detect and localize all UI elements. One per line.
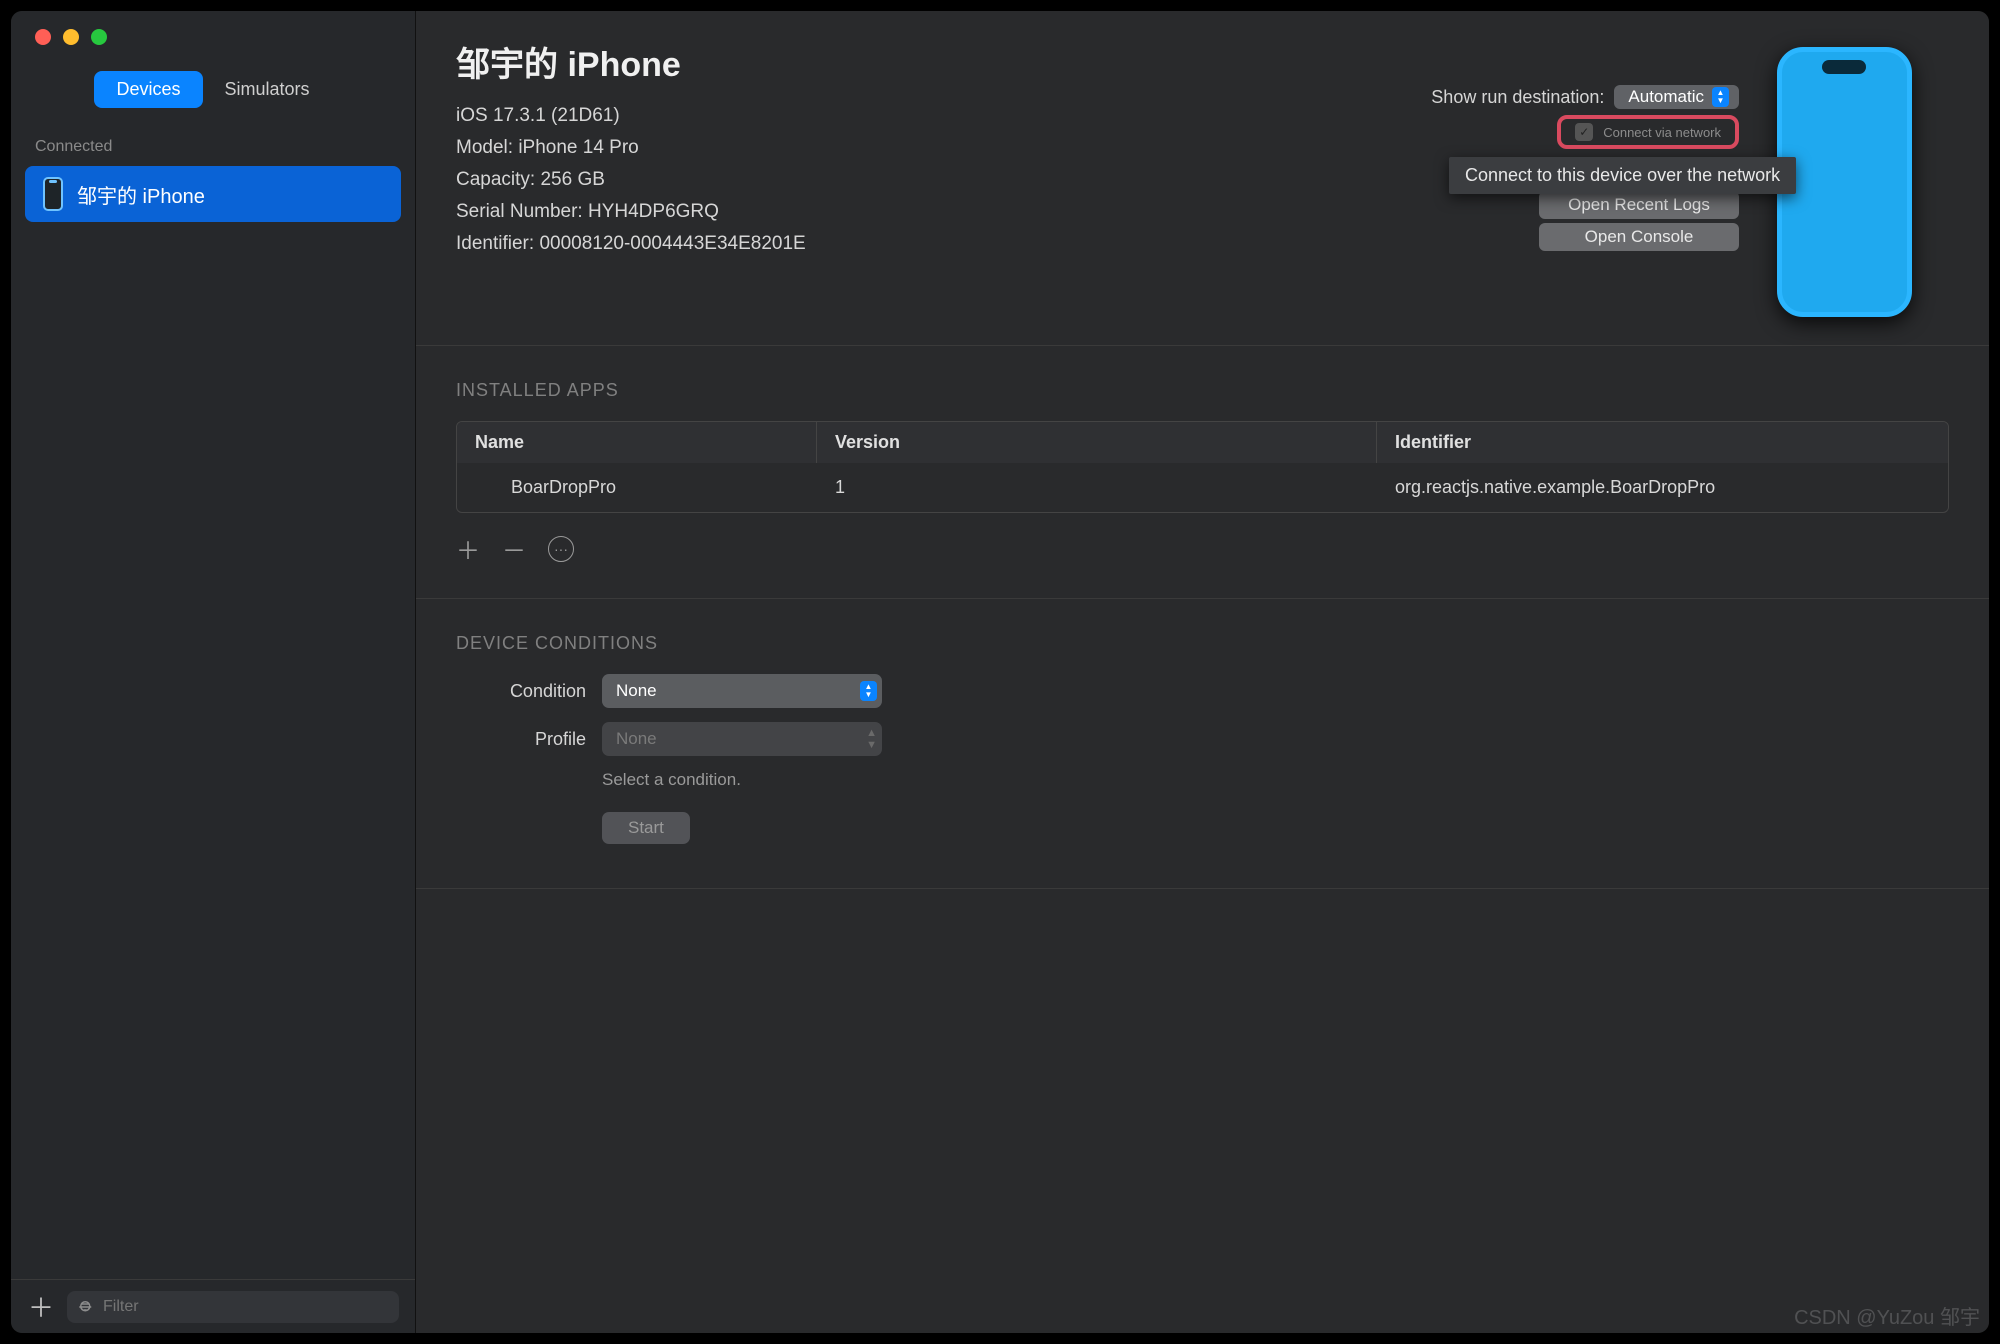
app-name: BoarDropPro bbox=[457, 463, 817, 512]
device-capacity: Capacity: 256 GB bbox=[456, 164, 1309, 196]
device-info-block: 邹宇的 iPhone iOS 17.3.1 (21D61) Model: iPh… bbox=[456, 37, 1309, 260]
connected-label: Connected bbox=[11, 132, 415, 166]
installed-apps-section: INSTALLED APPS Name Version Identifier B… bbox=[416, 346, 1989, 599]
start-button[interactable]: Start bbox=[602, 812, 690, 844]
sidebar: Devices Simulators Connected 邹宇的 iPhone … bbox=[11, 11, 416, 1333]
sidebar-device-item[interactable]: 邹宇的 iPhone bbox=[25, 166, 401, 222]
apps-toolbar: ＋ － ··· bbox=[456, 513, 1949, 566]
condition-select[interactable]: None ▲▼ bbox=[602, 674, 882, 708]
connect-tooltip: Connect to this device over the network bbox=[1449, 157, 1796, 194]
maximize-window-icon[interactable] bbox=[91, 29, 107, 45]
open-console-button[interactable]: Open Console bbox=[1539, 223, 1739, 251]
xcode-devices-window: Devices Simulators Connected 邹宇的 iPhone … bbox=[10, 10, 1990, 1334]
profile-select: None ▲▼ bbox=[602, 722, 882, 756]
filter-input[interactable] bbox=[103, 1298, 389, 1316]
app-version: 1 bbox=[817, 463, 1377, 512]
sidebar-device-name: 邹宇的 iPhone bbox=[77, 180, 205, 209]
open-recent-logs-button[interactable]: Open Recent Logs bbox=[1539, 191, 1739, 219]
window-controls bbox=[11, 11, 415, 61]
minimize-window-icon[interactable] bbox=[63, 29, 79, 45]
remove-app-button[interactable]: － bbox=[502, 531, 526, 566]
connect-via-network-row[interactable]: ✓ Connect via network bbox=[1557, 115, 1739, 149]
condition-row: Condition None ▲▼ bbox=[456, 674, 1949, 708]
stepper-icon: ▲▼ bbox=[1712, 87, 1729, 107]
stepper-icon: ▲▼ bbox=[866, 727, 877, 751]
app-identifier: org.reactjs.native.example.BoarDropPro bbox=[1377, 463, 1948, 512]
close-window-icon[interactable] bbox=[35, 29, 51, 45]
stepper-icon: ▲▼ bbox=[860, 681, 877, 701]
filter-field[interactable] bbox=[67, 1291, 399, 1323]
device-os: iOS 17.3.1 (21D61) bbox=[456, 100, 1309, 132]
profile-row: Profile None ▲▼ bbox=[456, 722, 1949, 756]
apps-table-header: Name Version Identifier bbox=[457, 422, 1948, 463]
device-conditions-section: DEVICE CONDITIONS Condition None ▲▼ Prof… bbox=[416, 599, 1989, 889]
col-name[interactable]: Name bbox=[457, 422, 817, 463]
condition-hint: Select a condition. bbox=[602, 770, 1949, 790]
condition-label: Condition bbox=[456, 681, 586, 702]
sidebar-tabs: Devices Simulators bbox=[11, 71, 415, 108]
header-controls: Show run destination: Automatic ▲▼ ✓ Con… bbox=[1309, 85, 1739, 251]
iphone-icon bbox=[43, 177, 63, 211]
run-destination-label: Show run destination: bbox=[1431, 87, 1604, 108]
iphone-large-icon bbox=[1777, 47, 1912, 317]
profile-label: Profile bbox=[456, 729, 586, 750]
col-identifier[interactable]: Identifier bbox=[1377, 422, 1948, 463]
tab-devices[interactable]: Devices bbox=[94, 71, 202, 108]
device-conditions-title: DEVICE CONDITIONS bbox=[456, 633, 1949, 654]
tab-simulators[interactable]: Simulators bbox=[203, 71, 332, 108]
add-device-button[interactable]: ＋ bbox=[27, 1288, 55, 1325]
add-app-button[interactable]: ＋ bbox=[456, 531, 480, 566]
sidebar-footer: ＋ bbox=[11, 1279, 415, 1333]
run-destination-select[interactable]: Automatic ▲▼ bbox=[1614, 85, 1739, 109]
device-model: Model: iPhone 14 Pro bbox=[456, 132, 1309, 164]
main-content: 邹宇的 iPhone iOS 17.3.1 (21D61) Model: iPh… bbox=[416, 11, 1989, 1333]
checkbox-icon[interactable]: ✓ bbox=[1575, 123, 1593, 141]
table-row[interactable]: BoarDropPro 1 org.reactjs.native.example… bbox=[457, 463, 1948, 512]
device-identifier: Identifier: 00008120-0004443E34E8201E bbox=[456, 228, 1309, 260]
filter-icon bbox=[77, 1298, 95, 1316]
col-version[interactable]: Version bbox=[817, 422, 1377, 463]
device-header: 邹宇的 iPhone iOS 17.3.1 (21D61) Model: iPh… bbox=[416, 11, 1989, 346]
connect-via-network-label: Connect via network bbox=[1603, 125, 1721, 140]
installed-apps-title: INSTALLED APPS bbox=[456, 380, 1949, 401]
apps-table: Name Version Identifier BoarDropPro 1 or… bbox=[456, 421, 1949, 513]
device-serial: Serial Number: HYH4DP6GRQ bbox=[456, 196, 1309, 228]
run-destination-row: Show run destination: Automatic ▲▼ bbox=[1431, 85, 1739, 109]
app-actions-menu-icon[interactable]: ··· bbox=[548, 536, 574, 562]
device-title: 邹宇的 iPhone bbox=[456, 37, 1309, 86]
